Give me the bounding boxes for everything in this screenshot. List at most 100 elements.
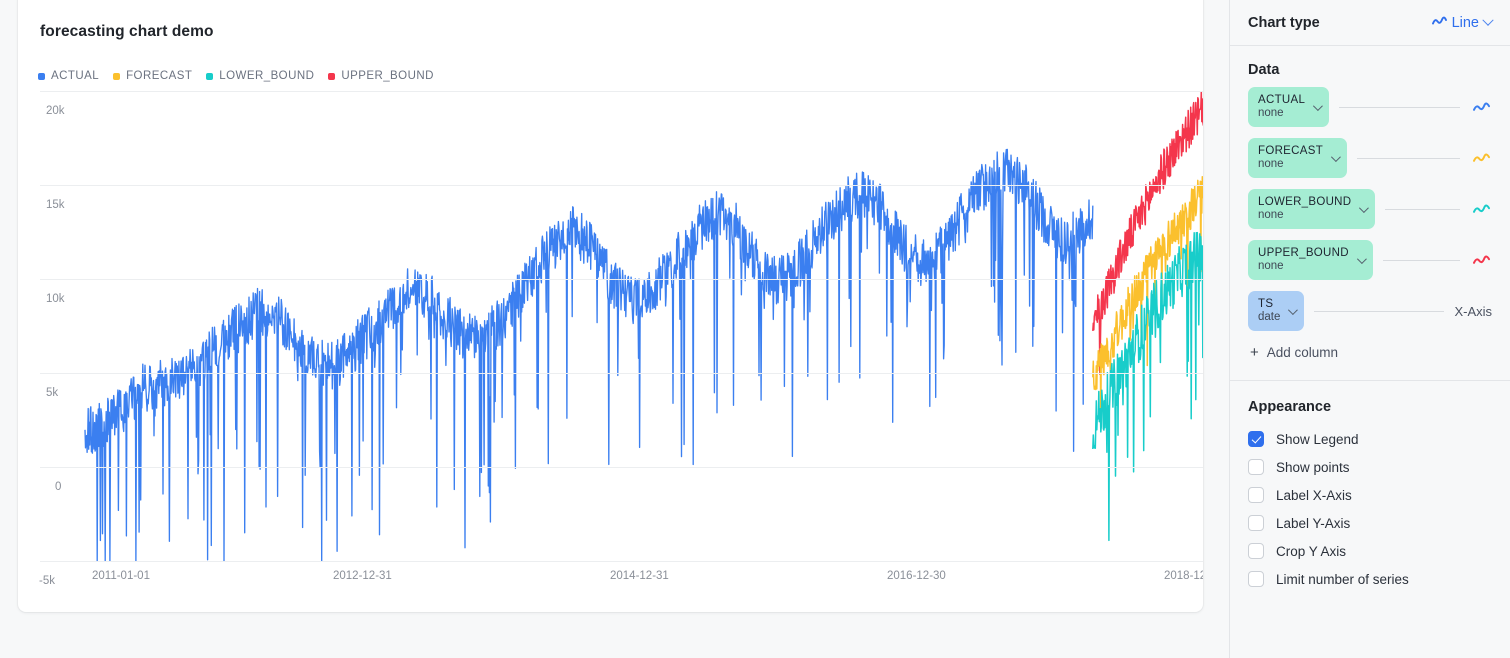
chevron-down-icon	[1356, 253, 1367, 264]
chevron-down-icon	[1359, 202, 1370, 213]
line-chart-icon	[1431, 15, 1447, 31]
data-column-row: UPPER_BOUND none	[1230, 239, 1510, 281]
checkbox-icon[interactable]	[1248, 487, 1264, 503]
legend-item[interactable]: ACTUAL	[38, 70, 99, 82]
appearance-option-crop-y-axis[interactable]: Crop Y Axis	[1230, 537, 1510, 565]
appearance-option-show-legend[interactable]: Show Legend	[1230, 425, 1510, 453]
column-chip-upper_bound[interactable]: UPPER_BOUND none	[1248, 240, 1373, 280]
column-chip-forecast[interactable]: FORECAST none	[1248, 138, 1348, 178]
chart-card: forecasting chart demo ACTUAL FORECAST LOW…	[18, 0, 1203, 612]
column-name: ACTUAL	[1258, 93, 1306, 106]
y-gridline	[40, 467, 1203, 468]
y-gridline	[40, 561, 1203, 562]
appearance-option-label-x-axis[interactable]: Label X-Axis	[1230, 481, 1510, 509]
legend-item-label: ACTUAL	[51, 70, 100, 82]
legend-item[interactable]: UPPER_BOUND	[328, 70, 434, 82]
x-axis-tick-label: 2016-12-30	[887, 570, 946, 582]
data-column-row: FORECAST none	[1230, 137, 1510, 179]
column-chip-lower_bound[interactable]: LOWER_BOUND none	[1248, 189, 1376, 229]
appearance-option-label: Show Legend	[1276, 431, 1359, 447]
appearance-option-label: Show points	[1276, 459, 1350, 475]
y-axis-tick-label: 15k	[46, 199, 65, 211]
column-type: date	[1258, 311, 1281, 323]
appearance-option-label: Label Y-Axis	[1276, 515, 1351, 531]
column-name: TS	[1258, 297, 1274, 310]
series-line-icon[interactable]	[1470, 153, 1492, 164]
x-axis-tick-label: 2011-01-01	[92, 570, 150, 582]
connector-line	[1385, 208, 1460, 210]
chevron-down-icon	[1313, 100, 1324, 111]
appearance-option-list: Show Legend Show points Label X-Axis Label …	[1230, 425, 1510, 593]
x-axis-tick-label: 2012-12-31	[333, 570, 392, 582]
appearance-option-limit-number-of-series[interactable]: Limit number of series	[1230, 565, 1510, 593]
checkbox-icon[interactable]	[1248, 571, 1264, 587]
appearance-option-show-points[interactable]: Show points	[1230, 453, 1510, 481]
series-line-actual	[84, 148, 1094, 561]
y-axis-tick-label: -5k	[39, 575, 55, 587]
y-gridline	[40, 373, 1203, 374]
legend-swatch-icon	[206, 72, 214, 80]
legend-item-label: FORECAST	[126, 70, 193, 82]
column-name: FORECAST	[1258, 144, 1324, 157]
column-chip-ts[interactable]: TS date	[1248, 291, 1305, 331]
chevron-down-icon	[1330, 151, 1341, 162]
chart-settings-sidebar: Chart type Line Data ACTUAL none FORECAST n…	[1229, 0, 1510, 658]
series-line-icon[interactable]	[1470, 204, 1492, 215]
series-line-icon[interactable]	[1470, 255, 1492, 266]
y-axis-tick-label: 5k	[46, 387, 59, 399]
appearance-option-label: Crop Y Axis	[1276, 543, 1347, 559]
chart-svg	[84, 91, 1203, 561]
legend-item[interactable]: FORECAST	[113, 70, 192, 82]
checkbox-icon[interactable]	[1248, 543, 1264, 559]
y-axis-tick-label: 10k	[46, 293, 65, 305]
legend-item[interactable]: LOWER_BOUND	[206, 70, 314, 82]
y-axis-tick-label: 20k	[46, 105, 65, 117]
axis-role-label: X-Axis	[1454, 303, 1492, 319]
add-column-button[interactable]: + Add column	[1230, 341, 1510, 360]
data-column-row: LOWER_BOUND none	[1230, 188, 1510, 230]
column-type: none	[1258, 107, 1284, 119]
y-axis-tick-label: 0	[55, 481, 62, 493]
plus-icon: +	[1250, 344, 1259, 361]
checkbox-icon[interactable]	[1248, 431, 1264, 447]
column-chip-actual[interactable]: ACTUAL none	[1248, 87, 1330, 127]
chart-type-selector[interactable]: Line	[1431, 14, 1494, 31]
appearance-section-header: Appearance	[1230, 381, 1510, 425]
checkbox-icon[interactable]	[1248, 459, 1264, 475]
column-name: LOWER_BOUND	[1258, 195, 1352, 208]
connector-line	[1314, 310, 1445, 312]
x-axis-tick-label: 2014-12-31	[610, 570, 669, 582]
y-gridline	[40, 279, 1203, 280]
add-column-label: Add column	[1266, 345, 1339, 360]
appearance-option-label-y-axis[interactable]: Label Y-Axis	[1230, 509, 1510, 537]
chevron-down-icon	[1482, 14, 1494, 26]
chart-builder-app: forecasting chart demo ACTUAL FORECAST LOW…	[0, 0, 1510, 658]
appearance-option-label: Label X-Axis	[1276, 487, 1352, 503]
connector-line	[1357, 157, 1460, 159]
page-title: forecasting chart demo	[40, 23, 214, 40]
appearance-option-label: Limit number of series	[1276, 571, 1409, 587]
chart-pane: forecasting chart demo ACTUAL FORECAST LOW…	[0, 0, 1229, 658]
y-gridline	[40, 91, 1203, 92]
legend-item-label: UPPER_BOUND	[341, 70, 434, 82]
column-type: none	[1258, 260, 1284, 272]
checkbox-icon[interactable]	[1248, 515, 1264, 531]
data-column-row: TS date X-Axis	[1230, 290, 1510, 332]
connector-line	[1339, 106, 1460, 108]
x-axis-tick-label: 2018-12-31	[1164, 570, 1203, 582]
chevron-down-icon	[1288, 304, 1299, 315]
chart-type-value: Line	[1451, 14, 1479, 31]
data-heading: Data	[1248, 62, 1280, 78]
data-column-row: ACTUAL none	[1230, 86, 1510, 128]
series-line-icon[interactable]	[1470, 102, 1492, 113]
chart-type-row: Chart type Line	[1230, 0, 1510, 45]
connector-line	[1382, 259, 1460, 261]
column-type: none	[1258, 209, 1284, 221]
chart-legend: ACTUAL FORECAST LOWER_BOUND UPPER_BOUND	[38, 70, 434, 82]
column-name: UPPER_BOUND	[1258, 246, 1349, 259]
y-gridline	[40, 185, 1203, 186]
appearance-heading: Appearance	[1248, 399, 1332, 415]
column-type: none	[1258, 158, 1284, 170]
chart-type-heading: Chart type	[1248, 14, 1320, 31]
legend-swatch-icon	[113, 72, 121, 80]
